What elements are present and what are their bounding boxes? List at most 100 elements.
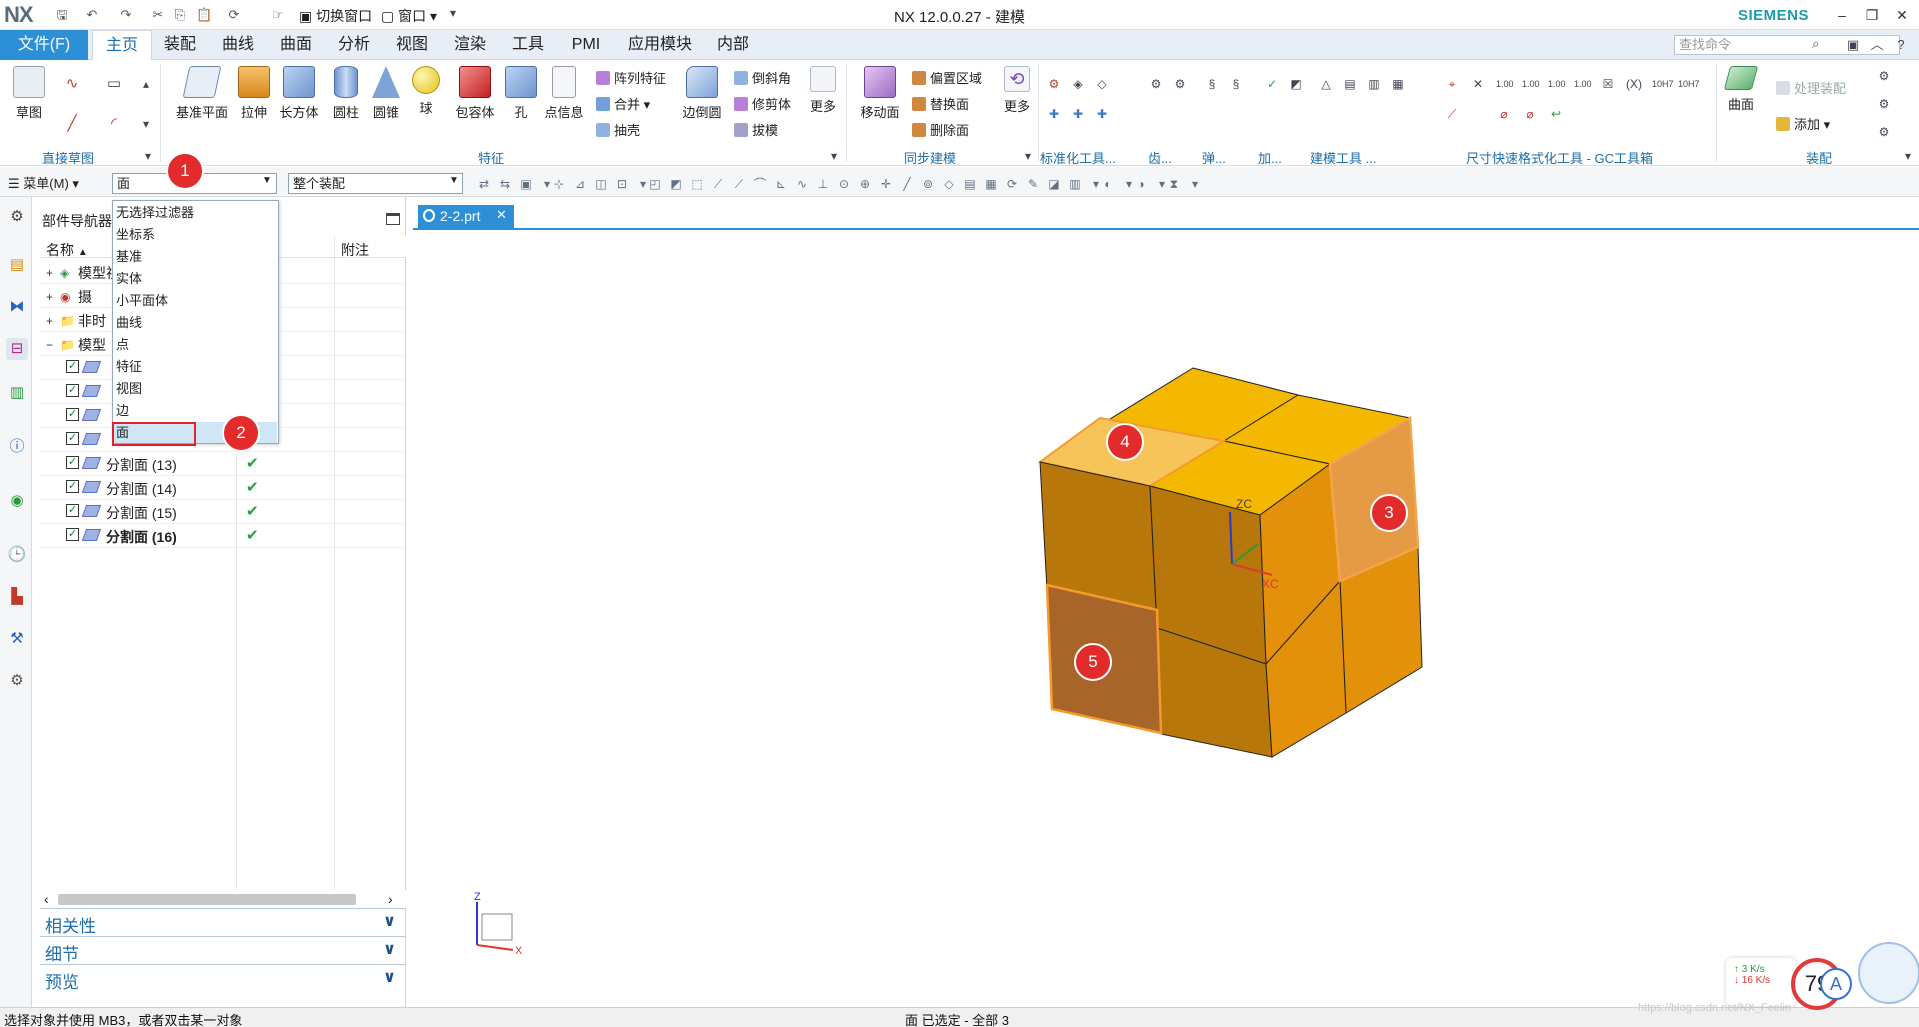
assistant-icon[interactable]: A	[1820, 968, 1852, 1000]
model-tool-1-icon[interactable]: △	[1318, 76, 1334, 92]
customize-quick-access-icon[interactable]: ▾	[450, 6, 456, 20]
copy-icon[interactable]: ⎘	[172, 7, 188, 23]
trim-body-button[interactable]: 修剪体	[734, 94, 791, 113]
tab-analysis[interactable]: 分析	[329, 30, 379, 60]
scroll-left-icon[interactable]: ‹	[44, 891, 49, 907]
block-button[interactable]: 长方体	[276, 66, 322, 121]
add-component-button[interactable]: 添加 ▾	[1776, 114, 1830, 133]
tree-row[interactable]: ✓ 分割面 (15) ✔	[40, 500, 406, 524]
scrollbar-thumb[interactable]	[58, 894, 356, 905]
selection-tool-20-icon[interactable]: ⊕	[857, 176, 873, 192]
visibility-checkbox[interactable]: ✓	[66, 456, 79, 469]
selection-tool-26-icon[interactable]: ▦	[983, 176, 999, 192]
history-icon[interactable]: 🕒	[6, 544, 28, 566]
selection-tool-6-icon[interactable]: ⊿	[572, 176, 588, 192]
model-tool-4-icon[interactable]: ▦	[1390, 76, 1406, 92]
filter-option[interactable]: 曲线	[114, 312, 277, 333]
dim-tool-8-icon[interactable]: (X)	[1626, 76, 1642, 92]
offset-region-button[interactable]: 偏置区域	[912, 68, 982, 87]
selection-tool-36-icon[interactable]: ⧗	[1166, 176, 1182, 192]
column-header-note[interactable]: 附注	[341, 240, 369, 260]
section-preview[interactable]: 预览 ∨	[40, 964, 406, 992]
repeat-command-icon[interactable]: ⟳	[226, 7, 242, 23]
filter-option[interactable]: 视图	[114, 378, 277, 399]
filter-option[interactable]: 坐标系	[114, 224, 277, 245]
spline-icon[interactable]: ∿	[64, 76, 80, 92]
sketch-more-up-icon[interactable]: ▴	[138, 76, 154, 92]
selection-tool-17-icon[interactable]: ∿	[794, 176, 810, 192]
scroll-right-icon[interactable]: ›	[388, 891, 393, 907]
visibility-checkbox[interactable]: ✓	[66, 408, 79, 421]
shell-button[interactable]: 抽壳	[596, 120, 640, 139]
selection-tool-23-icon[interactable]: ⊚	[920, 176, 936, 192]
selection-tool-37-icon[interactable]: ▾	[1187, 176, 1203, 192]
selection-tool-18-icon[interactable]: ⊥	[815, 176, 831, 192]
selection-tool-12-icon[interactable]: ⬚	[689, 176, 705, 192]
edge-blend-button[interactable]: 边倒圆	[680, 66, 724, 121]
constraint-navigator-icon[interactable]: ⧓	[6, 296, 28, 318]
tab-pmi[interactable]: PMI	[561, 30, 611, 60]
sketch-button[interactable]: 草图	[8, 66, 50, 121]
model-tool-2-icon[interactable]: ▤	[1342, 76, 1358, 92]
dim-tool-4-icon[interactable]: 1.00	[1522, 76, 1540, 92]
dim-tool-1-icon[interactable]: ⌖	[1444, 76, 1460, 92]
column-header-name[interactable]: 名称 ▲	[46, 240, 88, 260]
move-face-button[interactable]: 移动面	[856, 66, 904, 121]
visibility-checkbox[interactable]: ✓	[66, 432, 79, 445]
surface-button[interactable]: 曲面	[1723, 66, 1759, 113]
tab-tools[interactable]: 工具	[503, 30, 553, 60]
tab-internal[interactable]: 内部	[708, 30, 758, 60]
selection-tool-14-icon[interactable]: ⟋	[731, 176, 747, 192]
ribbon-overflow-icon[interactable]: ▾	[1900, 148, 1916, 164]
more-features-button[interactable]: 更多	[806, 66, 840, 115]
selection-tool-28-icon[interactable]: ✎	[1025, 176, 1041, 192]
help-icon[interactable]: ?	[1892, 36, 1910, 54]
web-browser-icon[interactable]: ◉	[6, 490, 28, 512]
section-details[interactable]: 细节 ∨	[40, 936, 406, 964]
visibility-checkbox[interactable]: ✓	[66, 480, 79, 493]
delete-face-button[interactable]: 删除面	[912, 120, 969, 139]
dim-tool-13-icon[interactable]: ⌀	[1522, 106, 1538, 122]
command-search-input[interactable]: 查找命令	[1674, 35, 1900, 55]
chevron-down-icon[interactable]: ▼	[449, 175, 459, 186]
filter-option[interactable]: 实体	[114, 268, 277, 289]
section-dependencies[interactable]: 相关性 ∨	[40, 908, 406, 936]
std-tool-5-icon[interactable]: ✚	[1070, 106, 1086, 122]
tree-row[interactable]: ✓ 分割面 (13) ✔	[40, 452, 406, 476]
tab-render[interactable]: 渲染	[445, 30, 495, 60]
selection-tool-22-icon[interactable]: ╱	[899, 176, 915, 192]
filter-option[interactable]: 点	[114, 334, 277, 355]
selection-tool-2-icon[interactable]: ⇆	[497, 176, 513, 192]
rectangle-icon[interactable]: ▭	[106, 76, 122, 92]
hole-button[interactable]: 孔	[504, 66, 538, 121]
tab-assembly[interactable]: 装配	[155, 30, 205, 60]
menu-button[interactable]: ☰ 菜单(M) ▾	[8, 173, 79, 192]
selection-tool-16-icon[interactable]: ⊾	[773, 176, 789, 192]
tab-view[interactable]: 视图	[387, 30, 437, 60]
selection-tool-34-icon[interactable]: ◑	[1133, 176, 1149, 192]
model-tool-3-icon[interactable]: ▥	[1366, 76, 1382, 92]
part-navigator-icon[interactable]: ⊟	[6, 338, 28, 360]
filter-option[interactable]: 无选择过滤器	[114, 202, 277, 223]
cylinder-button[interactable]: 圆柱	[328, 66, 364, 121]
visibility-checkbox[interactable]: ✓	[66, 384, 79, 397]
selection-tool-8-icon[interactable]: ⊡	[614, 176, 630, 192]
ribbon-options-icon[interactable]: ▣	[1844, 36, 1862, 54]
touch-mode-icon[interactable]: ☞	[270, 7, 286, 23]
selection-tool-11-icon[interactable]: ◩	[668, 176, 684, 192]
chamfer-button[interactable]: 倒斜角	[734, 68, 791, 87]
maximize-icon[interactable]	[386, 213, 400, 225]
selection-tool-15-icon[interactable]: ⌒	[752, 176, 768, 192]
visibility-checkbox[interactable]: ✓	[66, 528, 79, 541]
cut-icon[interactable]: ✂	[150, 7, 166, 23]
std-tool-1-icon[interactable]: ⚙	[1046, 76, 1062, 92]
selection-tool-24-icon[interactable]: ◇	[941, 176, 957, 192]
assembly-navigator-icon[interactable]: ▤	[6, 254, 28, 276]
chevron-down-icon[interactable]: ▼	[262, 175, 272, 186]
dim-tool-3-icon[interactable]: 1.00	[1496, 76, 1514, 92]
process-studio-icon[interactable]: ⚒	[6, 628, 28, 650]
gear-tool-1-icon[interactable]: ⚙	[1148, 76, 1164, 92]
window-menu-button[interactable]: ▢ 窗口 ▾	[381, 6, 437, 26]
tab-curve[interactable]: 曲线	[213, 30, 263, 60]
std-tool-4-icon[interactable]: ✚	[1046, 106, 1062, 122]
